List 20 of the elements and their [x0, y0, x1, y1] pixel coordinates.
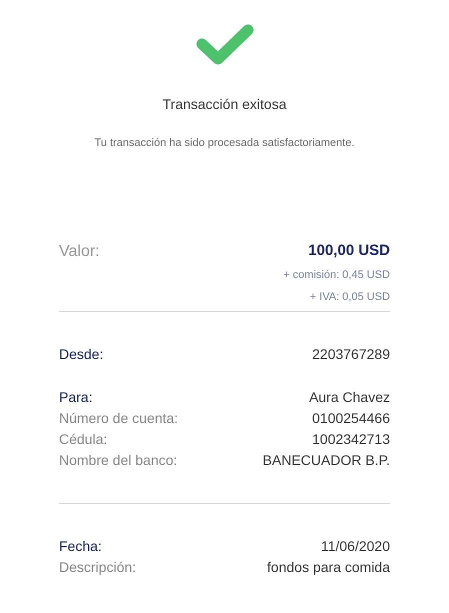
status-message: Tu transacción ha sido procesada satisfactoriamente.	[94, 136, 355, 151]
field-label: Nombre del banco:	[59, 451, 178, 470]
field-value: fondos para comida	[267, 558, 390, 577]
amount-value: 100,00 USD	[308, 240, 390, 260]
fee-text: + IVA: 0,05 USD	[310, 290, 390, 304]
field-value: 2203767289	[312, 345, 390, 364]
field-label: Descripción:	[59, 558, 138, 577]
field-label: Para:	[59, 388, 94, 407]
field-value: 11/06/2020	[320, 537, 390, 556]
field-label: Cédula:	[59, 430, 108, 449]
amount-label: Valor:	[59, 242, 100, 262]
field-label: Desde:	[59, 345, 104, 364]
field-value: BANECUADOR B.P.	[262, 451, 390, 470]
field-label: Número de cuenta:	[59, 409, 179, 428]
field-label: Fecha:	[59, 537, 103, 556]
fee-text: + comisión: 0,45 USD	[283, 268, 390, 283]
field-value: 1002342713	[312, 430, 390, 449]
field-value: Aura Chavez	[309, 388, 390, 407]
field-value: 0100254466	[312, 409, 390, 428]
status-title: Transacción exitosa	[162, 95, 286, 114]
